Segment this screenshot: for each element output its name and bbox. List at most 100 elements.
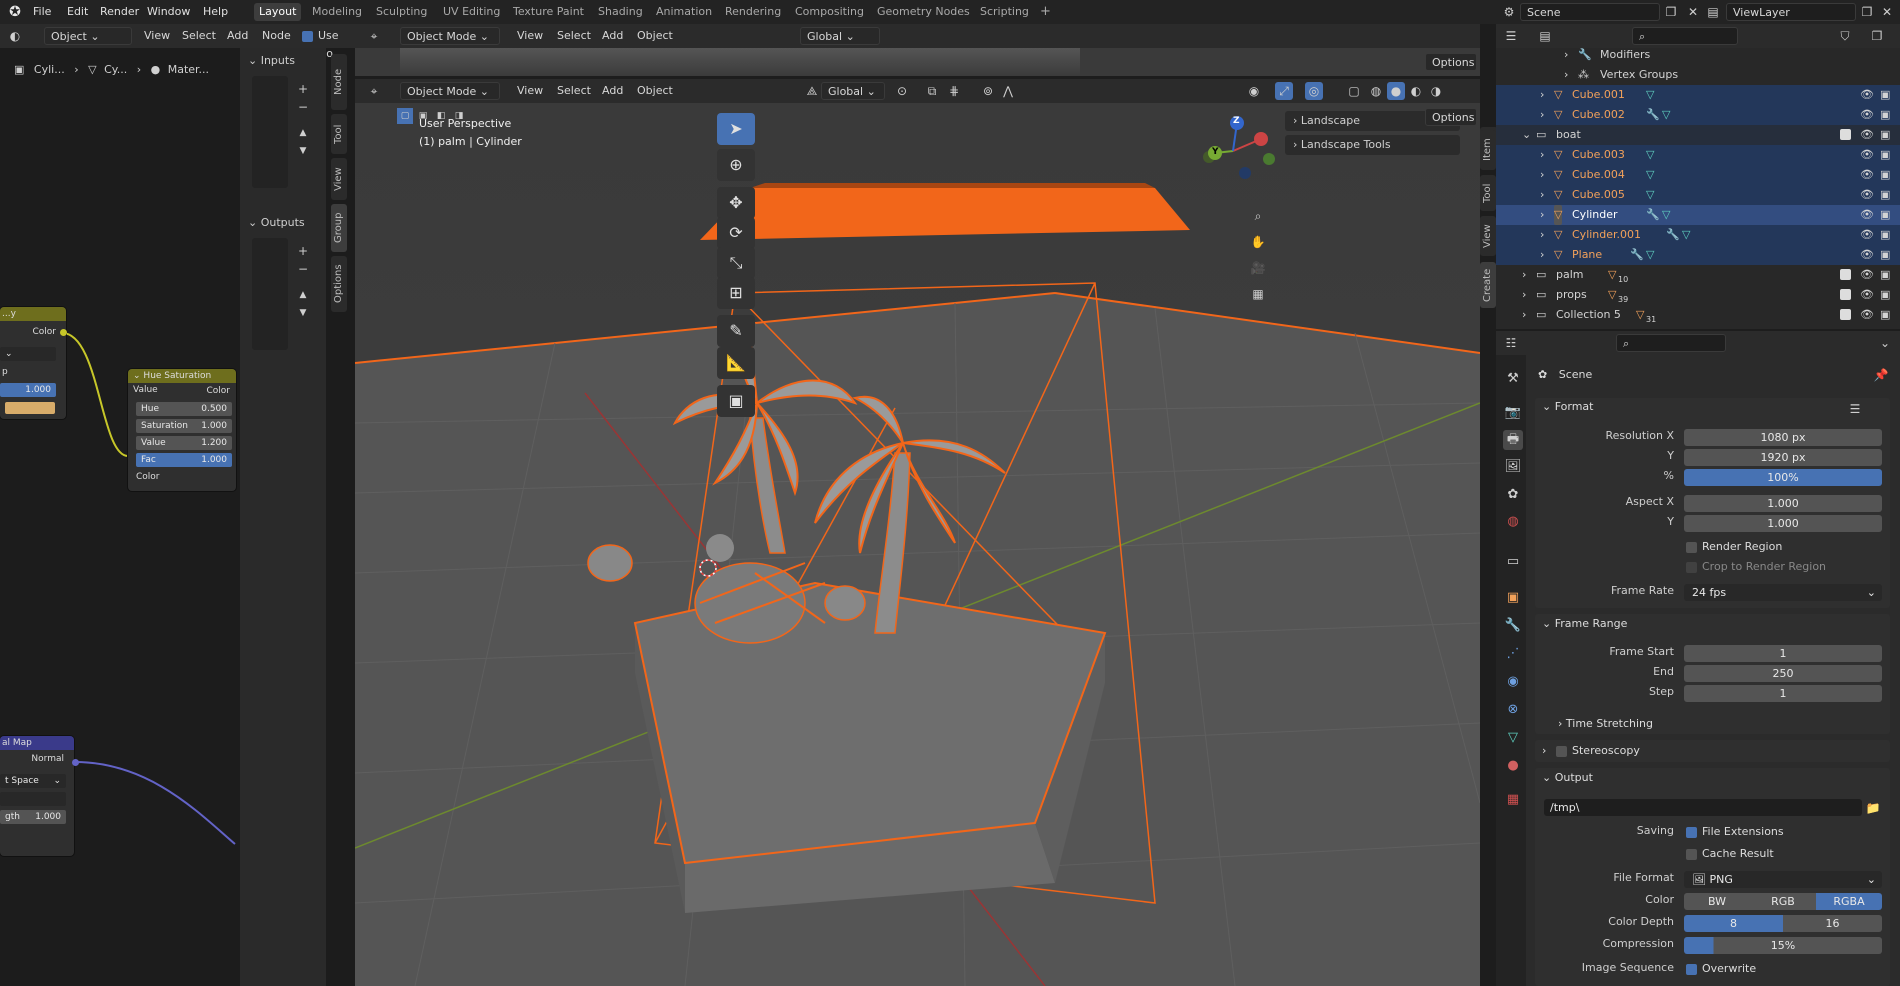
transform-tool[interactable]: ⊞ bbox=[717, 277, 755, 309]
mode-dropdown[interactable]: Object Mode ⌄ bbox=[400, 82, 500, 100]
rendered-shading-icon[interactable]: ◑ bbox=[1427, 82, 1445, 100]
move-tool[interactable]: ✥ bbox=[717, 187, 755, 219]
render-properties-icon[interactable]: 📷 bbox=[1503, 403, 1523, 423]
tab-rendering[interactable]: Rendering bbox=[720, 3, 786, 21]
object-properties-icon[interactable]: ▣ bbox=[1503, 588, 1523, 608]
outliner-row-vertex-groups[interactable]: › ⁂ Vertex Groups bbox=[1496, 65, 1900, 85]
expand-icon[interactable]: › bbox=[1540, 225, 1544, 245]
normal-map-strength-field[interactable]: gth 1.000 bbox=[0, 810, 66, 824]
render-camera-icon[interactable]: ▣ bbox=[1880, 125, 1890, 145]
partial-node-a-dropdown[interactable]: ⌄ bbox=[0, 347, 56, 361]
menu-file[interactable]: File bbox=[28, 3, 56, 20]
frame-start-field[interactable]: 1 bbox=[1684, 645, 1882, 662]
tab-view[interactable]: View bbox=[331, 158, 347, 200]
overwrite-checkbox[interactable] bbox=[1686, 964, 1697, 975]
select-new-icon[interactable]: ▢ bbox=[397, 108, 413, 124]
add-output-icon[interactable]: + bbox=[294, 242, 312, 260]
file-format-dropdown[interactable]: 🖼 PNG ⌄ bbox=[1684, 871, 1882, 888]
navigation-gizmo[interactable]: Z Y bbox=[1195, 113, 1275, 193]
add-workspace-button[interactable]: + bbox=[1035, 3, 1056, 21]
upper-options-dropdown[interactable]: Options bbox=[1425, 53, 1477, 71]
outliner-row-cube-005[interactable]: › ▽ Cube.005 ▽ 👁 ▣ bbox=[1496, 185, 1900, 205]
upper-orientation-dropdown[interactable]: Global ⌄ bbox=[800, 27, 880, 45]
visibility-eye-icon[interactable]: 👁 bbox=[1860, 105, 1874, 125]
partial-node-a-color-swatch[interactable] bbox=[5, 402, 55, 414]
pivot-icon[interactable]: ⊙ bbox=[893, 82, 911, 100]
world-properties-icon[interactable]: ◍ bbox=[1503, 512, 1523, 532]
render-camera-icon[interactable]: ▣ bbox=[1880, 245, 1890, 265]
render-camera-icon[interactable]: ▣ bbox=[1880, 165, 1890, 185]
properties-search-input[interactable]: ⌕ bbox=[1616, 334, 1726, 352]
scene-properties-icon[interactable]: ✿ bbox=[1503, 485, 1523, 505]
viewport-tab-item[interactable]: Item bbox=[1480, 130, 1496, 170]
normal-socket-dot[interactable] bbox=[72, 759, 79, 766]
output-path-input[interactable]: /tmp\ bbox=[1544, 799, 1862, 816]
menu-help[interactable]: Help bbox=[198, 3, 233, 20]
tab-uv-editing[interactable]: UV Editing bbox=[438, 3, 505, 21]
collection-checkbox[interactable] bbox=[1840, 129, 1851, 140]
expand-icon[interactable]: › bbox=[1540, 165, 1544, 185]
tool-settings-icon[interactable]: ⚒ bbox=[1503, 369, 1523, 389]
select-box-tool[interactable]: ➤ bbox=[717, 113, 755, 145]
xray-icon[interactable]: ▢ bbox=[1345, 82, 1363, 100]
tab-compositing[interactable]: Compositing bbox=[790, 3, 869, 21]
menu-edit[interactable]: Edit bbox=[62, 3, 93, 20]
snap-target-icon[interactable]: ⋕ bbox=[945, 82, 963, 100]
inputs-list[interactable] bbox=[252, 76, 288, 188]
tab-scripting[interactable]: Scripting bbox=[975, 3, 1034, 21]
new-view-layer-icon[interactable]: ❐ bbox=[1858, 3, 1876, 21]
frame-end-field[interactable]: 250 bbox=[1684, 665, 1882, 682]
measure-tool[interactable]: 📐 bbox=[717, 347, 755, 379]
collapse-icon[interactable]: ⌄ bbox=[133, 371, 141, 381]
scale-tool[interactable]: ⤡ bbox=[717, 247, 755, 279]
outliner-row-cube-001[interactable]: › ▽ Cube.001 ▽ 👁 ▣ bbox=[1496, 85, 1900, 105]
visibility-eye-icon[interactable]: 👁 bbox=[1860, 165, 1874, 185]
visibility-eye-icon[interactable]: 👁 bbox=[1860, 85, 1874, 105]
outliner-row-cube-004[interactable]: › ▽ Cube.004 ▽ 👁 ▣ bbox=[1496, 165, 1900, 185]
aspect-y-field[interactable]: 1.000 bbox=[1684, 515, 1882, 532]
visibility-eye-icon[interactable]: 👁 bbox=[1860, 145, 1874, 165]
gizmo-toggle-icon[interactable]: ⤢ bbox=[1275, 82, 1293, 100]
folder-browse-icon[interactable]: 📁 bbox=[1864, 799, 1882, 817]
tab-texture-paint[interactable]: Texture Paint bbox=[508, 3, 589, 21]
visibility-eye-icon[interactable]: 👁 bbox=[1860, 245, 1874, 265]
color-depth-8-button[interactable]: 8 bbox=[1684, 915, 1783, 932]
viewport-tab-view[interactable]: View bbox=[1480, 216, 1496, 256]
render-camera-icon[interactable]: ▣ bbox=[1880, 105, 1890, 125]
hsv-value-field[interactable]: Value 1.200 bbox=[136, 436, 232, 450]
compression-slider[interactable]: 15% bbox=[1684, 937, 1882, 954]
expand-icon[interactable]: › bbox=[1540, 105, 1544, 125]
collection-checkbox[interactable] bbox=[1840, 309, 1851, 320]
expand-icon[interactable]: › bbox=[1522, 305, 1526, 325]
filter-icon[interactable]: ⛉ bbox=[1836, 27, 1854, 45]
outliner-row-cylinder[interactable]: › ▽ Cylinder 🔧 ▽ 👁 ▣ bbox=[1496, 205, 1900, 225]
annotate-tool[interactable]: ✎ bbox=[717, 315, 755, 347]
viewport-editor-type-icon[interactable]: ⌖ bbox=[365, 82, 383, 100]
normal-map-uv-field[interactable] bbox=[0, 792, 66, 806]
render-camera-icon[interactable]: ▣ bbox=[1880, 305, 1890, 325]
expand-icon[interactable]: › bbox=[1522, 265, 1526, 285]
view-layer-properties-icon[interactable]: 🖼 bbox=[1503, 457, 1523, 477]
select-invert-icon[interactable]: ◨ bbox=[451, 108, 467, 124]
delete-view-layer-icon[interactable]: ✕ bbox=[1878, 3, 1896, 21]
stereoscopy-header[interactable]: › bbox=[1542, 744, 1546, 757]
cache-result-checkbox[interactable] bbox=[1686, 849, 1697, 860]
view-layer-selector[interactable]: ViewLayer bbox=[1726, 3, 1856, 21]
partial-node-a-value[interactable]: 1.000 bbox=[0, 383, 56, 397]
visibility-eye-icon[interactable]: 👁 bbox=[1860, 225, 1874, 245]
pan-hand-icon[interactable]: ✋ bbox=[1247, 231, 1269, 253]
constraints-properties-icon[interactable]: ⊗ bbox=[1503, 700, 1523, 720]
expand-icon[interactable]: › bbox=[1540, 185, 1544, 205]
use-nodes-checkbox[interactable] bbox=[302, 31, 313, 42]
color-bw-button[interactable]: BW bbox=[1684, 893, 1750, 910]
collection-checkbox[interactable] bbox=[1840, 269, 1851, 280]
material-properties-icon[interactable]: ● bbox=[1503, 756, 1523, 776]
delete-scene-icon[interactable]: ✕ bbox=[1684, 3, 1702, 21]
move-down-output-icon[interactable]: ▼ bbox=[294, 304, 312, 322]
expand-icon[interactable]: › bbox=[1540, 145, 1544, 165]
zoom-icon[interactable]: ⌕ bbox=[1247, 205, 1269, 227]
rotate-tool[interactable]: ⟳ bbox=[717, 217, 755, 249]
collapse-icon[interactable]: ⌄ bbox=[1522, 125, 1531, 145]
visibility-eye-icon[interactable]: 👁 bbox=[1860, 125, 1874, 145]
visibility-eye-icon[interactable]: 👁 bbox=[1860, 185, 1874, 205]
